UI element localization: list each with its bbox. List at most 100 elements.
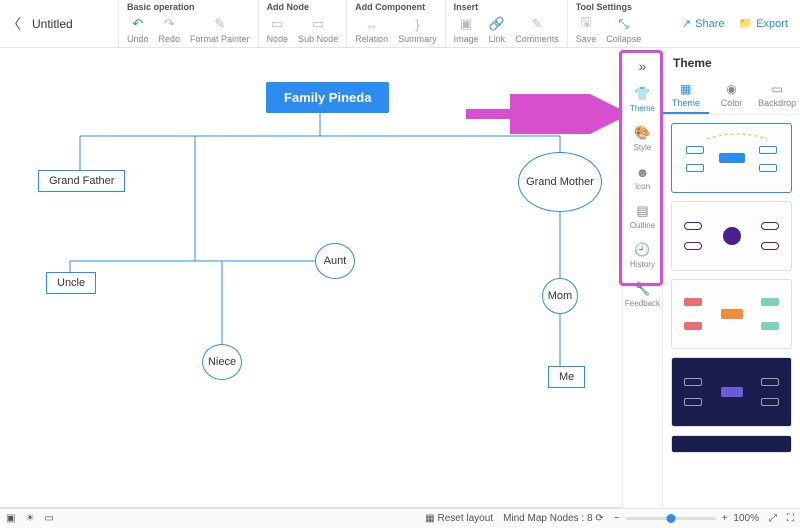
- tool-label: Save: [576, 34, 597, 44]
- reset-layout-button[interactable]: ▦ Reset layout: [425, 513, 493, 524]
- side-feedback-button[interactable]: 🔧 Feedback: [623, 275, 662, 314]
- side-label: Theme: [630, 104, 655, 113]
- summary-icon: }: [409, 16, 425, 32]
- comments-button[interactable]: ✎ Comments: [515, 16, 559, 44]
- tool-label: Comments: [515, 34, 559, 44]
- group-label: Add Component: [355, 2, 437, 14]
- node-grandmother[interactable]: Grand Mother: [518, 152, 602, 212]
- format-icon: ✎: [212, 16, 228, 32]
- group-label: Insert: [454, 2, 559, 14]
- panel-tab-backdrop[interactable]: ▭ Backdrop: [754, 78, 800, 114]
- tab-label: Color: [721, 98, 743, 108]
- doc-title[interactable]: Untitled: [28, 0, 118, 47]
- relation-button[interactable]: ↔Relation: [355, 16, 388, 44]
- format-button[interactable]: ✎ Format Painter: [190, 16, 250, 44]
- node-icon: ▭: [269, 16, 285, 32]
- outline-icon: ▤: [635, 203, 651, 219]
- side-label: Style: [634, 143, 652, 152]
- status-icon-2[interactable]: ☀: [25, 513, 34, 524]
- side-label: Icon: [635, 182, 650, 191]
- toolbar-group-basic-operation: Basic operation↶Undo↷Redo✎Format Painter: [118, 0, 258, 47]
- side-panel: » 👕 Theme 🎨 Style ☻ Icon ▤ Outline 🕘History 🔧 Feed…: [622, 48, 800, 508]
- subnode-icon: ▭: [310, 16, 326, 32]
- feedback-icon: 🔧: [635, 281, 651, 297]
- save-icon: 🖫: [578, 16, 594, 32]
- theme-icon: ▦: [679, 82, 693, 96]
- tool-label: Image: [454, 34, 479, 44]
- tool-label: Sub Node: [298, 34, 338, 44]
- toolbar-group-tool-settings: Tool Settings🖫Save⤡Collapse: [567, 0, 650, 47]
- theme-thumbs: [663, 115, 800, 508]
- side-style-button[interactable]: 🎨 Style: [623, 119, 662, 158]
- collapse-icon: ⤡: [616, 16, 632, 32]
- undo-button[interactable]: ↶Undo: [127, 16, 149, 44]
- tool-label: Collapse: [606, 34, 641, 44]
- top-actions: ↗Share 📁Export: [670, 0, 800, 47]
- status-bar: ▣ ☀ ▭ ▦ Reset layout Mind Map Nodes : 8 …: [0, 508, 800, 528]
- theme-thumb-3[interactable]: [671, 279, 792, 349]
- node-button[interactable]: ▭ Node: [267, 16, 289, 44]
- export-icon: 📁: [739, 17, 753, 30]
- image-icon: ▣: [458, 16, 474, 32]
- tab-label: Theme: [672, 98, 700, 108]
- share-icon: ↗: [682, 17, 691, 30]
- comments-icon: ✎: [529, 16, 545, 32]
- side-history-button[interactable]: 🕘History: [623, 236, 662, 275]
- node-root[interactable]: Family Pineda: [266, 82, 389, 113]
- side-label: Outline: [630, 221, 655, 230]
- toolbar-group-insert: Insert ▣ Image 🔗 Link ✎ Comments: [445, 0, 567, 47]
- toolbar-group-add-node: Add Node ▭ Node ▭ Sub Node: [258, 0, 347, 47]
- theme-icon: 👕: [635, 86, 651, 102]
- image-button[interactable]: ▣ Image: [454, 16, 479, 44]
- toolbar-group-add-component: Add Component ↔Relation} Summary: [346, 0, 445, 47]
- status-icon-1[interactable]: ▣: [6, 513, 15, 524]
- tool-label: Summary: [398, 34, 437, 44]
- zoom-control[interactable]: − + 100%: [614, 513, 759, 524]
- side-icon-button[interactable]: ☻ Icon: [623, 158, 662, 197]
- node-me[interactable]: Me: [548, 366, 585, 388]
- group-label: Add Node: [267, 2, 339, 14]
- tab-label: Backdrop: [758, 98, 796, 108]
- style-icon: 🎨: [635, 125, 651, 141]
- theme-thumb-5[interactable]: [671, 435, 792, 453]
- fullscreen-icon[interactable]: ⛶: [787, 513, 794, 524]
- status-icon-3[interactable]: ▭: [44, 513, 53, 524]
- backdrop-icon: ▭: [770, 82, 784, 96]
- relation-icon: ↔: [364, 16, 380, 32]
- panel-title: Theme: [663, 48, 800, 78]
- tool-label: Format Painter: [190, 34, 250, 44]
- node-mom[interactable]: Mom: [542, 278, 578, 314]
- node-niece[interactable]: Niece: [202, 344, 242, 380]
- panel-tab-color[interactable]: ◉ Color: [709, 78, 755, 114]
- collapse-panel-button[interactable]: »: [639, 52, 647, 80]
- node-grandfather[interactable]: Grand Father: [38, 170, 125, 192]
- export-button[interactable]: 📁Export: [739, 17, 789, 30]
- tool-label: Node: [267, 34, 289, 44]
- tool-label: Undo: [127, 34, 149, 44]
- side-theme-button[interactable]: 👕 Theme: [623, 80, 662, 119]
- side-outline-button[interactable]: ▤ Outline: [623, 197, 662, 236]
- link-icon: 🔗: [489, 16, 505, 32]
- node-aunt[interactable]: Aunt: [315, 243, 355, 279]
- summary-button[interactable]: } Summary: [398, 16, 437, 44]
- collapse-button[interactable]: ⤡ Collapse: [606, 16, 641, 44]
- save-button[interactable]: 🖫 Save: [576, 16, 597, 44]
- tool-label: Link: [489, 34, 506, 44]
- link-button[interactable]: 🔗 Link: [489, 16, 506, 44]
- redo-icon: ↷: [161, 16, 177, 32]
- redo-button[interactable]: ↷Redo: [159, 16, 181, 44]
- toolbar: 〈 Untitled Basic operation↶Undo↷Redo✎For…: [0, 0, 800, 48]
- back-button[interactable]: 〈: [0, 0, 28, 47]
- theme-thumb-2[interactable]: [671, 201, 792, 271]
- icon-icon: ☻: [635, 164, 651, 180]
- fit-icon[interactable]: ⤢: [769, 513, 777, 524]
- subnode-button[interactable]: ▭ Sub Node: [298, 16, 338, 44]
- node-uncle[interactable]: Uncle: [46, 272, 96, 294]
- color-icon: ◉: [725, 82, 739, 96]
- side-label: Feedback: [625, 299, 660, 308]
- history-icon: 🕘: [635, 242, 651, 258]
- panel-tab-theme[interactable]: ▦ Theme: [663, 78, 709, 114]
- share-button[interactable]: ↗Share: [682, 17, 725, 30]
- theme-thumb-4[interactable]: [671, 357, 792, 427]
- theme-thumb-1[interactable]: [671, 123, 792, 193]
